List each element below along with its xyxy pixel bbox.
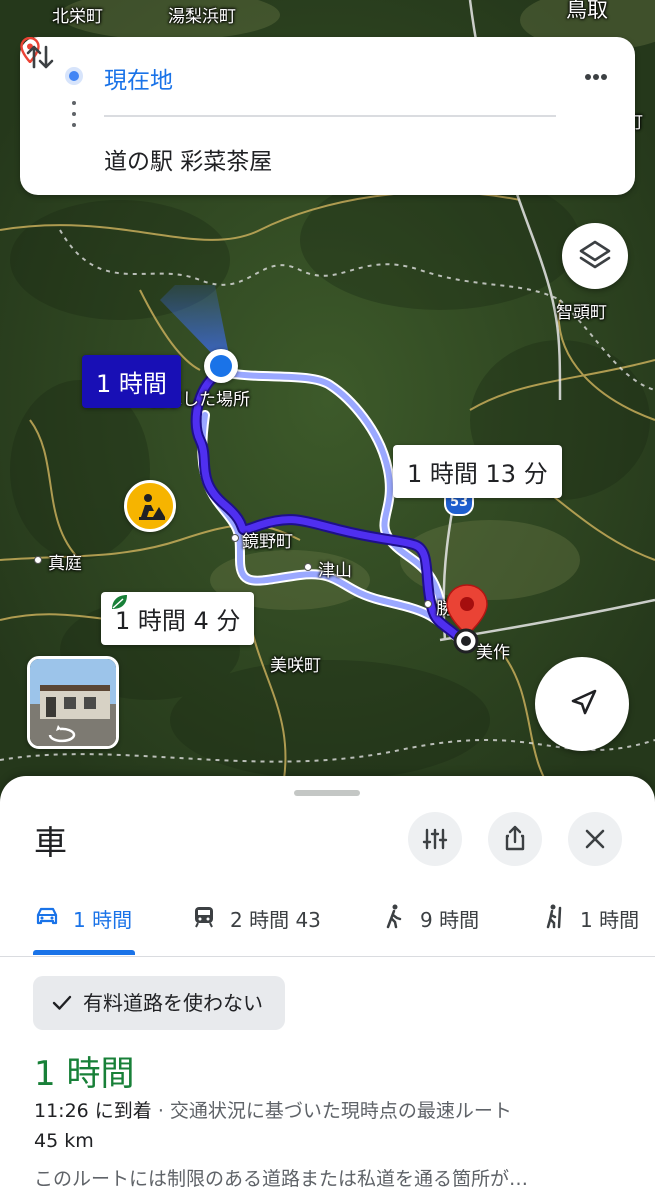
divider [0, 956, 655, 957]
divider [104, 115, 556, 117]
place-label: 鏡野町 [242, 532, 293, 552]
origin-dot-icon [65, 67, 83, 85]
place-label: 真庭 [48, 554, 82, 574]
share-button[interactable] [488, 812, 542, 866]
place-label: 津山 [318, 561, 352, 581]
street-view-thumbnail[interactable] [27, 656, 119, 749]
route-distance: 45 km [34, 1130, 94, 1152]
active-tab-indicator [33, 950, 135, 955]
avoid-tolls-chip[interactable]: 有料道路を使わない [33, 976, 285, 1030]
swap-icon[interactable] [20, 37, 60, 77]
car-icon [36, 907, 58, 925]
close-icon [585, 829, 605, 849]
route-duration: 1 時間 [34, 1054, 135, 1094]
drag-handle[interactable] [294, 790, 360, 796]
route-dots-icon [72, 101, 76, 134]
travel-mode-title: 車 [34, 823, 67, 862]
layers-icon [579, 240, 611, 269]
route-options-button[interactable] [408, 812, 462, 866]
place-label: 北栄町 [52, 7, 103, 27]
tune-icon [422, 828, 448, 850]
directions-bottom-sheet: 車 1 時間 2 時間 43 9 時間 1 時間 有料道路を使わない 1 時間 … [0, 776, 655, 1200]
check-icon [52, 995, 72, 1010]
transit-icon [195, 907, 213, 928]
route-time-alt-2[interactable]: 1 時間 4 分 [101, 592, 255, 645]
street-view-photo [30, 659, 116, 746]
hike-icon [546, 904, 562, 929]
place-label: 鳥取 [566, 0, 608, 22]
arrival-time: 11:26 に到着 [34, 1100, 152, 1122]
place-label: 湯梨浜町 [168, 7, 236, 27]
walk-icon [386, 904, 402, 929]
route-description: · 交通状況に基づいた現時点の最速ルート [151, 1100, 512, 1122]
close-button[interactable] [568, 812, 622, 866]
place-label: 智頭町 [556, 303, 607, 323]
more-options-button[interactable] [576, 57, 616, 97]
navigation-arrow-icon [571, 689, 597, 715]
directions-search-card: 現在地 道の駅 彩菜茶屋 [20, 37, 635, 195]
layers-button[interactable] [562, 223, 628, 289]
destination-field[interactable]: 道の駅 彩菜茶屋 [104, 142, 272, 176]
route-warning[interactable]: このルートには制限のある道路または私道を通る箇所が… [34, 1164, 528, 1191]
origin-field[interactable]: 現在地 [104, 61, 173, 95]
arrival-info: 11:26 に到着 · 交通状況に基づいた現時点の最速ルート [34, 1096, 512, 1123]
place-label: 美咲町 [270, 656, 321, 676]
eco-leaf-icon [112, 595, 127, 609]
travel-mode-tabs: 1 時間 2 時間 43 9 時間 1 時間 [0, 886, 655, 956]
route-time-alt-1[interactable]: 1 時間 13 分 [393, 445, 562, 498]
current-location-dot [204, 349, 238, 383]
route-time-primary[interactable]: 1 時間 [82, 355, 181, 408]
construction-icon[interactable] [124, 480, 176, 532]
my-location-button[interactable] [535, 657, 629, 751]
share-icon [505, 825, 525, 851]
map-view[interactable]: 北栄町 湯梨浜町 鳥取 町 智頭町 真庭 鏡野町 津山 美咲町 美作 駐車した場… [0, 0, 655, 800]
